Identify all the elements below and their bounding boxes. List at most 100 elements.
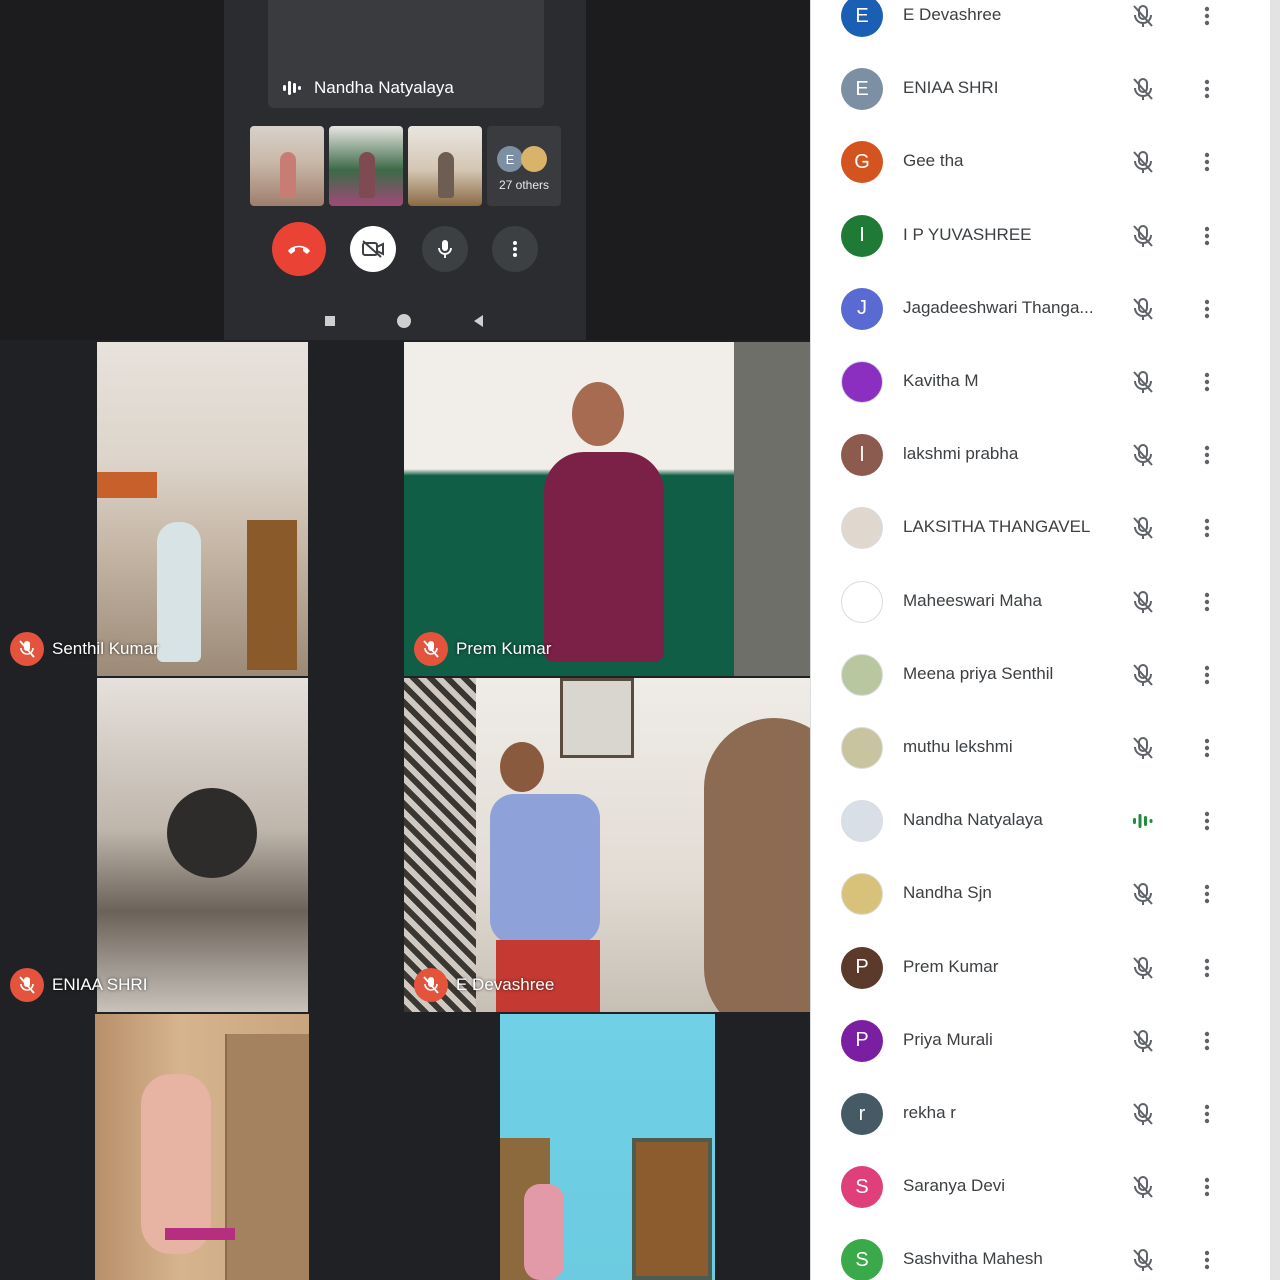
participant-name: LAKSITHA THANGAVEL	[903, 517, 1091, 537]
recents-icon[interactable]	[324, 314, 336, 332]
mic-off-icon	[10, 968, 44, 1002]
mic-off-icon[interactable]	[1129, 1100, 1157, 1128]
shared-phone-screen: Nandha Natyalaya E 27 others	[0, 0, 810, 340]
microphone-icon	[438, 240, 452, 258]
participant-avatar: G	[841, 141, 883, 184]
mic-off-icon[interactable]	[1129, 1246, 1157, 1274]
participant-avatar	[841, 727, 883, 769]
tile-participant-name: ENIAA SHRI	[52, 975, 148, 994]
video-tile[interactable]: Prem Kumar	[404, 342, 810, 676]
tile-nametag: E Devashree	[414, 968, 554, 1002]
participant-video	[500, 1014, 715, 1280]
participant-name: ENIAA SHRI	[903, 78, 999, 98]
participant-thumbnail[interactable]	[250, 126, 324, 206]
speaking-indicator-icon[interactable]	[1129, 807, 1157, 835]
more-options-icon[interactable]	[1195, 441, 1219, 469]
more-options-icon[interactable]	[1195, 222, 1219, 250]
participant-name: I P YUVASHREE	[903, 224, 1032, 244]
microphone-button[interactable]	[422, 226, 468, 272]
video-tile[interactable]: Senthil Kumar	[0, 342, 404, 676]
mic-off-icon[interactable]	[1129, 734, 1157, 762]
participant-avatar	[841, 800, 883, 843]
video-tile[interactable]	[0, 1014, 404, 1280]
participant-name: Nandha Natyalaya	[903, 810, 1043, 830]
participant-name: Saranya Devi	[903, 1176, 1006, 1196]
android-navigation-bar	[224, 308, 586, 336]
participant-name: Sashvitha Mahesh	[903, 1249, 1043, 1269]
more-options-icon[interactable]	[1195, 1100, 1219, 1128]
mic-off-icon[interactable]	[1129, 222, 1157, 250]
mic-off-icon[interactable]	[1129, 295, 1157, 323]
mic-off-icon[interactable]	[1129, 75, 1157, 103]
more-options-icon[interactable]	[1195, 954, 1219, 982]
more-options-icon[interactable]	[1195, 807, 1219, 835]
speaking-indicator-icon	[282, 80, 302, 101]
participant-avatar: S	[841, 1239, 883, 1280]
participant-avatar	[841, 361, 883, 403]
participants-panel: E E Devashree E ENIAA SHRI G Gee tha I I P YUVA…	[810, 0, 1280, 1280]
participant-name: Maheeswari Maha	[903, 590, 1042, 610]
participant-video	[404, 678, 810, 1012]
more-options-icon[interactable]	[1195, 295, 1219, 323]
mic-off-icon[interactable]	[1129, 441, 1157, 469]
video-tile[interactable]: E Devashree	[404, 678, 810, 1012]
mic-off-icon[interactable]	[1129, 148, 1157, 176]
participant-video	[95, 1014, 309, 1280]
participant-name: Meena priya Senthil	[903, 663, 1054, 683]
mic-off-icon[interactable]	[1129, 661, 1157, 689]
camera-toggle-button[interactable]	[350, 226, 396, 272]
more-vert-icon	[513, 241, 517, 257]
mic-off-icon[interactable]	[1129, 514, 1157, 542]
mic-off-icon[interactable]	[1129, 2, 1157, 30]
call-controls	[272, 222, 538, 276]
others-count: 27 others	[498, 178, 550, 192]
participant-avatar: P	[841, 946, 883, 989]
mic-off-icon[interactable]	[1129, 368, 1157, 396]
mic-off-icon[interactable]	[1129, 954, 1157, 982]
more-options-icon[interactable]	[1195, 514, 1219, 542]
participant-name: E Devashree	[903, 5, 1002, 24]
mic-off-icon[interactable]	[1129, 880, 1157, 908]
phone-hangup-icon	[288, 245, 310, 254]
more-options-icon[interactable]	[1195, 75, 1219, 103]
more-options-icon[interactable]	[1195, 2, 1219, 30]
video-tile[interactable]: ENIAA SHRI	[0, 678, 404, 1012]
more-options-icon[interactable]	[1195, 1246, 1219, 1274]
mic-off-icon[interactable]	[1129, 1027, 1157, 1055]
participant-thumbnail[interactable]	[329, 126, 403, 206]
mic-off-icon[interactable]	[1129, 1173, 1157, 1201]
participant-avatar: r	[841, 1093, 883, 1135]
back-icon[interactable]	[472, 314, 484, 333]
participant-avatar: l	[841, 434, 883, 477]
participant-name: lakshmi prabha	[903, 444, 1019, 464]
video-tile[interactable]	[404, 1014, 810, 1280]
scrollbar-track[interactable]	[1270, 0, 1280, 1280]
mic-off-icon[interactable]	[1129, 588, 1157, 616]
others-thumbnail[interactable]: E 27 others	[487, 126, 561, 206]
participant-avatar: P	[841, 1019, 883, 1062]
more-options-icon[interactable]	[1195, 661, 1219, 689]
more-options-icon[interactable]	[1195, 588, 1219, 616]
participant-avatar: I	[841, 214, 883, 257]
more-options-button[interactable]	[492, 226, 538, 272]
participant-video	[97, 342, 308, 676]
more-options-icon[interactable]	[1195, 1173, 1219, 1201]
hang-up-button[interactable]	[272, 222, 326, 276]
presenter-name: Nandha Natyalaya	[314, 78, 454, 97]
participant-row[interactable]: S Sashvitha Mahesh	[811, 1239, 1271, 1280]
presenter-tile[interactable]: Nandha Natyalaya	[268, 0, 544, 108]
others-avatar: E	[497, 146, 523, 172]
participant-thumbnail[interactable]	[408, 126, 482, 206]
more-options-icon[interactable]	[1195, 148, 1219, 176]
participant-avatar: E	[841, 0, 883, 37]
more-options-icon[interactable]	[1195, 368, 1219, 396]
home-icon[interactable]	[396, 313, 412, 334]
participant-name: Priya Murali	[903, 1029, 993, 1049]
mic-off-icon	[414, 632, 448, 666]
tile-participant-name: E Devashree	[456, 975, 555, 994]
more-options-icon[interactable]	[1195, 734, 1219, 762]
tile-participant-name: Prem Kumar	[456, 639, 552, 658]
more-options-icon[interactable]	[1195, 880, 1219, 908]
more-options-icon[interactable]	[1195, 1027, 1219, 1055]
participant-name: Gee tha	[903, 151, 964, 171]
